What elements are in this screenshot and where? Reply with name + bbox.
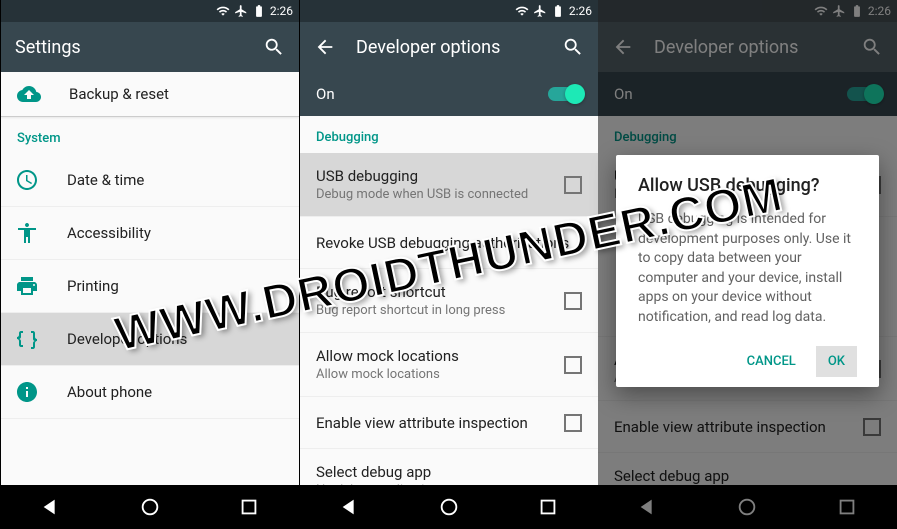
toggle-switch[interactable] (548, 87, 582, 101)
braces-icon (15, 327, 39, 351)
dialog-actions: CANCEL OK (638, 346, 857, 377)
clock: 2:26 (569, 4, 592, 18)
list-label: Printing (67, 277, 283, 295)
section-header-system: System (1, 117, 299, 154)
list-label: Backup & reset (69, 85, 169, 103)
list-label: Revoke USB debugging authorizations (316, 234, 582, 252)
checkbox[interactable] (564, 414, 582, 432)
master-toggle-row[interactable]: On (300, 72, 598, 116)
list-item-about[interactable]: About phone (1, 366, 299, 419)
list-label: Developer options (67, 330, 283, 348)
list-label: Bug report shortcut (316, 283, 536, 301)
dialog-body: USB debugging is intended for developmen… (638, 210, 857, 328)
dialog-title: Allow USB debugging? (638, 175, 857, 196)
cancel-button[interactable]: CANCEL (735, 346, 808, 377)
settings-list: Backup & reset System Date & time Access… (1, 72, 299, 485)
status-bar: 2:26 (300, 0, 598, 22)
list-item-revoke[interactable]: Revoke USB debugging authorizations (300, 217, 598, 269)
list-item-backup[interactable]: Backup & reset (1, 72, 299, 117)
phone-dialog: 2:26 Developer options On Debugging USB … (598, 0, 897, 529)
list-sub: Allow mock locations (316, 367, 536, 382)
checkbox[interactable] (564, 176, 582, 194)
nav-bar (1, 485, 299, 529)
list-item-bugreport[interactable]: Bug report shortcut Bug report shortcut … (300, 269, 598, 333)
checkbox[interactable] (564, 292, 582, 310)
back-icon[interactable] (40, 496, 62, 518)
list-label: Select debug app (316, 463, 582, 481)
wifi-icon (515, 4, 529, 18)
list-label: Allow mock locations (316, 347, 536, 365)
app-bar: Developer options (300, 22, 598, 72)
checkbox[interactable] (564, 356, 582, 374)
back-icon[interactable] (339, 496, 361, 518)
page-title: Settings (15, 37, 243, 58)
wifi-icon (216, 4, 230, 18)
list-sub: Bug report shortcut in long press (316, 303, 536, 318)
airplane-icon (234, 4, 248, 18)
back-arrow-icon[interactable] (314, 36, 336, 58)
accessibility-icon (15, 221, 39, 245)
status-bar: 2:26 (1, 0, 299, 22)
list-item-accessibility[interactable]: Accessibility (1, 207, 299, 260)
toggle-label: On (316, 85, 335, 103)
section-header-debugging: Debugging (300, 116, 598, 153)
list-item-select-debug[interactable]: Select debug app No debug application se… (300, 449, 598, 485)
phone-developer-options: 2:26 Developer options On Debugging USB … (299, 0, 598, 529)
recent-icon[interactable] (238, 496, 260, 518)
list-label: USB debugging (316, 167, 536, 185)
battery-icon (252, 4, 266, 18)
print-icon (15, 274, 39, 298)
phone-settings: 2:26 Settings Backup & reset System Date… (0, 0, 299, 529)
list-label: About phone (67, 383, 283, 401)
home-icon[interactable] (139, 496, 161, 518)
home-icon[interactable] (438, 496, 460, 518)
list-item-view-attr[interactable]: Enable view attribute inspection (300, 397, 598, 449)
search-icon[interactable] (263, 36, 285, 58)
battery-icon (551, 4, 565, 18)
list-item-printing[interactable]: Printing (1, 260, 299, 313)
list-item-datetime[interactable]: Date & time (1, 154, 299, 207)
usb-debugging-dialog: Allow USB debugging? USB debugging is in… (616, 155, 879, 387)
list-label: Date & time (67, 171, 283, 189)
list-item-usb-debugging[interactable]: USB debugging Debug mode when USB is con… (300, 153, 598, 217)
list-label: Accessibility (67, 224, 283, 242)
list-sub: Debug mode when USB is connected (316, 187, 536, 202)
developer-list: Debugging USB debugging Debug mode when … (300, 116, 598, 485)
list-item-mock[interactable]: Allow mock locations Allow mock location… (300, 333, 598, 397)
nav-bar (300, 485, 598, 529)
airplane-icon (533, 4, 547, 18)
info-icon (15, 380, 39, 404)
list-item-developer[interactable]: Developer options (1, 313, 299, 366)
page-title: Developer options (356, 37, 542, 58)
recent-icon[interactable] (537, 496, 559, 518)
clock-icon (15, 168, 39, 192)
app-bar: Settings (1, 22, 299, 72)
cloud-upload-icon (17, 82, 41, 106)
clock: 2:26 (270, 4, 293, 18)
search-icon[interactable] (562, 36, 584, 58)
list-label: Enable view attribute inspection (316, 414, 536, 432)
ok-button[interactable]: OK (816, 346, 857, 377)
